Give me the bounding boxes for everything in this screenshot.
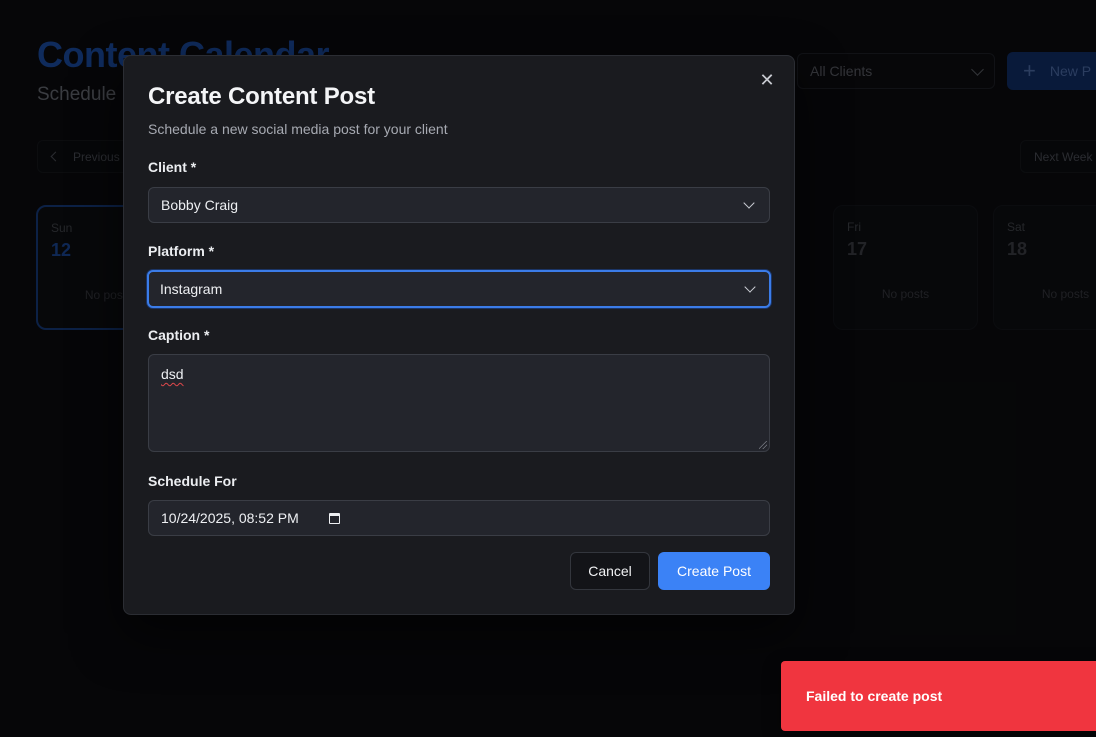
close-icon: ✕ [759, 69, 775, 90]
schedule-value: 10/24/2025, 08:52 PM [161, 510, 299, 526]
caption-textarea[interactable]: dsd [148, 354, 770, 452]
error-toast: Failed to create post [781, 661, 1096, 731]
client-select[interactable]: Bobby Craig [148, 187, 770, 223]
platform-select[interactable]: Instagram [147, 270, 771, 308]
schedule-label: Schedule For [148, 473, 237, 489]
dialog-title: Create Content Post [148, 83, 375, 110]
calendar-icon[interactable] [328, 512, 340, 524]
client-select-value: Bobby Craig [161, 197, 239, 213]
chevron-down-icon [743, 197, 755, 209]
platform-select-value: Instagram [160, 281, 223, 297]
create-post-dialog: ✕ Create Content Post Schedule a new soc… [123, 55, 795, 615]
dialog-description: Schedule a new social media post for you… [148, 121, 448, 137]
schedule-datetime-input[interactable]: 10/24/2025, 08:52 PM [148, 500, 770, 536]
cancel-button[interactable]: Cancel [570, 552, 650, 590]
chevron-down-icon [744, 281, 756, 293]
platform-label: Platform * [148, 243, 215, 259]
client-label: Client * [148, 159, 197, 175]
toast-message: Failed to create post [806, 688, 943, 704]
caption-label: Caption * [148, 327, 210, 343]
caption-text: dsd [161, 366, 184, 382]
resize-handle-icon[interactable] [759, 441, 767, 449]
create-post-button[interactable]: Create Post [658, 552, 770, 590]
close-button[interactable]: ✕ [757, 70, 777, 90]
